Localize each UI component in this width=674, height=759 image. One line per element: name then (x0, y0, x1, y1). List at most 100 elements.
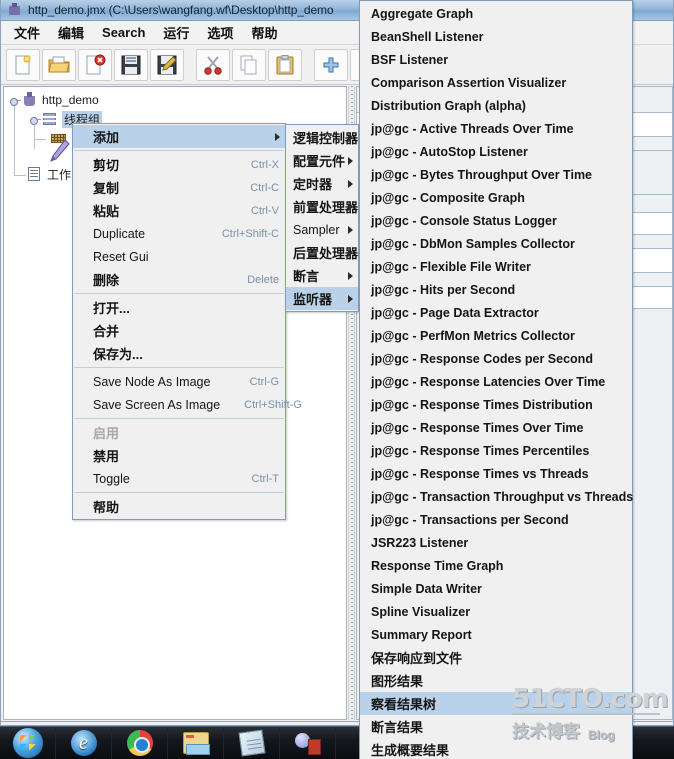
listener-item-19[interactable]: jp@gc - Response Times Percentiles (360, 439, 632, 462)
save-icon[interactable] (114, 48, 148, 81)
menu-item-duplicate[interactable]: Duplicate Ctrl+Shift-C (73, 222, 285, 245)
listener-item-27[interactable]: Summary Report (360, 623, 632, 646)
tree-expander-icon[interactable] (10, 96, 21, 106)
chevron-right-icon (275, 132, 280, 141)
misc-app-icon (294, 731, 321, 755)
listener-item-11[interactable]: jp@gc - Flexible File Writer (360, 255, 632, 278)
pen-cursor-icon (48, 139, 70, 165)
listener-item-13[interactable]: jp@gc - Page Data Extractor (360, 301, 632, 324)
taskbar-notepad[interactable] (224, 727, 280, 759)
listener-item-15[interactable]: jp@gc - Response Codes per Second (360, 347, 632, 370)
listener-item-18[interactable]: jp@gc - Response Times Over Time (360, 416, 632, 439)
menu-separator (74, 492, 284, 493)
menu-item-label: Aggregate Graph (371, 6, 474, 21)
listener-item-30[interactable]: 察看结果树 (360, 692, 632, 715)
copy-icon[interactable] (232, 48, 266, 81)
listener-item-20[interactable]: jp@gc - Response Times vs Threads (360, 462, 632, 485)
listener-item-12[interactable]: jp@gc - Hits per Second (360, 278, 632, 301)
menu-item-label: jp@gc - DbMon Samples Collector (371, 236, 575, 251)
paste-icon[interactable] (268, 48, 302, 81)
submenu-item-timer[interactable]: 定时器 (286, 172, 358, 195)
listener-item-8[interactable]: jp@gc - Composite Graph (360, 186, 632, 209)
listener-item-31[interactable]: 断言结果 (360, 715, 632, 738)
listener-item-21[interactable]: jp@gc - Transaction Throughput vs Thread… (360, 485, 633, 508)
expand-all-icon[interactable] (314, 48, 348, 81)
internet-explorer-icon (70, 730, 97, 756)
listener-item-3[interactable]: Comparison Assertion Visualizer (360, 71, 632, 94)
menu-run[interactable]: 运行 (154, 20, 198, 45)
menu-item-copy[interactable]: 复制 Ctrl-C (73, 176, 285, 199)
menu-item-reset-gui[interactable]: Reset Gui (73, 245, 285, 268)
listener-item-0[interactable]: Aggregate Graph (360, 2, 632, 25)
listener-item-17[interactable]: jp@gc - Response Times Distribution (360, 393, 632, 416)
menu-search[interactable]: Search (93, 22, 154, 43)
tree-node-test-plan[interactable]: http_demo (10, 91, 99, 109)
menu-item-disable[interactable]: 禁用 (73, 444, 285, 467)
cut-icon[interactable] (196, 48, 230, 81)
listener-item-9[interactable]: jp@gc - Console Status Logger (360, 209, 632, 232)
taskbar-misc[interactable] (280, 727, 336, 759)
listener-item-29[interactable]: 图形结果 (360, 669, 632, 692)
menu-file[interactable]: 文件 (5, 20, 49, 45)
listener-item-23[interactable]: JSR223 Listener (360, 531, 632, 554)
menu-item-paste[interactable]: 粘贴 Ctrl-V (73, 199, 285, 222)
listener-item-25[interactable]: Simple Data Writer (360, 577, 632, 600)
menu-item-cut[interactable]: 剪切 Ctrl-X (73, 153, 285, 176)
listener-item-28[interactable]: 保存响应到文件 (360, 646, 632, 669)
save-as-icon[interactable] (150, 48, 184, 81)
tree-expander-icon[interactable] (30, 115, 41, 125)
tree-context-menu[interactable]: 添加剪切 Ctrl-X 复制 Ctrl-C 粘贴 Ctrl-V Duplicate Ctrl+… (72, 123, 302, 520)
submenu-item-sampler[interactable]: Sampler (286, 218, 358, 241)
menu-item-label: 图形结果 (371, 674, 424, 689)
menu-options[interactable]: 选项 (198, 20, 242, 45)
menu-item-save-as[interactable]: 保存为... (73, 342, 285, 365)
menu-item-save-node-as-image[interactable]: Save Node As Image Ctrl-G (73, 370, 285, 393)
add-submenu[interactable]: 逻辑控制器 配置元件定时器前置处理器 Sampler 后置处理器 断言 监听器 (285, 124, 359, 312)
start-button[interactable] (0, 727, 56, 759)
listener-item-1[interactable]: BeanShell Listener (360, 25, 632, 48)
listener-item-5[interactable]: jp@gc - Active Threads Over Time (360, 117, 632, 140)
listener-item-4[interactable]: Distribution Graph (alpha) (360, 94, 632, 117)
submenu-item-post-processor[interactable]: 后置处理器 (286, 241, 358, 264)
menu-item-enable: 启用 (73, 421, 285, 444)
submenu-item-assertion[interactable]: 断言 (286, 264, 358, 287)
menu-item-label: jp@gc - PerfMon Metrics Collector (371, 328, 575, 343)
open-folder-icon[interactable] (42, 48, 76, 81)
menu-item-label: 剪切 (93, 158, 120, 173)
listener-item-24[interactable]: Response Time Graph (360, 554, 632, 577)
menu-item-label: 定时器 (293, 177, 333, 192)
menu-item-merge[interactable]: 合并 (73, 319, 285, 342)
submenu-item-pre-processor[interactable]: 前置处理器 (286, 195, 358, 218)
chevron-right-icon (348, 179, 353, 188)
submenu-item-logic-controller[interactable]: 逻辑控制器 (286, 126, 358, 149)
taskbar-chrome[interactable] (112, 727, 168, 759)
listener-item-14[interactable]: jp@gc - PerfMon Metrics Collector (360, 324, 632, 347)
menu-item-toggle[interactable]: Toggle Ctrl-T (73, 467, 285, 490)
menu-item-delete[interactable]: 删除 Delete (73, 268, 285, 291)
menu-item-save-screen-as-image[interactable]: Save Screen As Image Ctrl+Shift-G (73, 393, 302, 416)
listener-item-10[interactable]: jp@gc - DbMon Samples Collector (360, 232, 632, 255)
taskbar-internet-explorer[interactable] (56, 727, 112, 759)
menu-edit[interactable]: 编辑 (49, 20, 93, 45)
menu-separator (74, 367, 284, 368)
listener-item-22[interactable]: jp@gc - Transactions per Second (360, 508, 632, 531)
window-title: http_demo.jmx (C:\Users\wangfang.wf\Desk… (28, 3, 334, 17)
menu-item-open[interactable]: 打开... (73, 296, 285, 319)
menu-item-label: jp@gc - Response Times Distribution (371, 397, 593, 412)
listener-item-32[interactable]: 生成概要结果 (360, 738, 632, 759)
chevron-right-icon (348, 202, 353, 211)
menu-help[interactable]: 帮助 (242, 20, 286, 45)
taskbar-explorer[interactable] (168, 727, 224, 759)
menu-item-help[interactable]: 帮助 (73, 495, 285, 518)
new-icon[interactable] (6, 48, 40, 81)
menu-item-add[interactable]: 添加 (73, 125, 285, 148)
close-icon[interactable] (78, 48, 112, 81)
listener-submenu[interactable]: Aggregate Graph BeanShell Listener BSF Lis… (359, 0, 633, 759)
listener-item-6[interactable]: jp@gc - AutoStop Listener (360, 140, 632, 163)
listener-item-7[interactable]: jp@gc - Bytes Throughput Over Time (360, 163, 632, 186)
listener-item-26[interactable]: Spline Visualizer (360, 600, 632, 623)
submenu-item-config-element[interactable]: 配置元件 (286, 149, 358, 172)
listener-item-16[interactable]: jp@gc - Response Latencies Over Time (360, 370, 632, 393)
listener-item-2[interactable]: BSF Listener (360, 48, 632, 71)
submenu-item-listener[interactable]: 监听器 (286, 287, 358, 310)
